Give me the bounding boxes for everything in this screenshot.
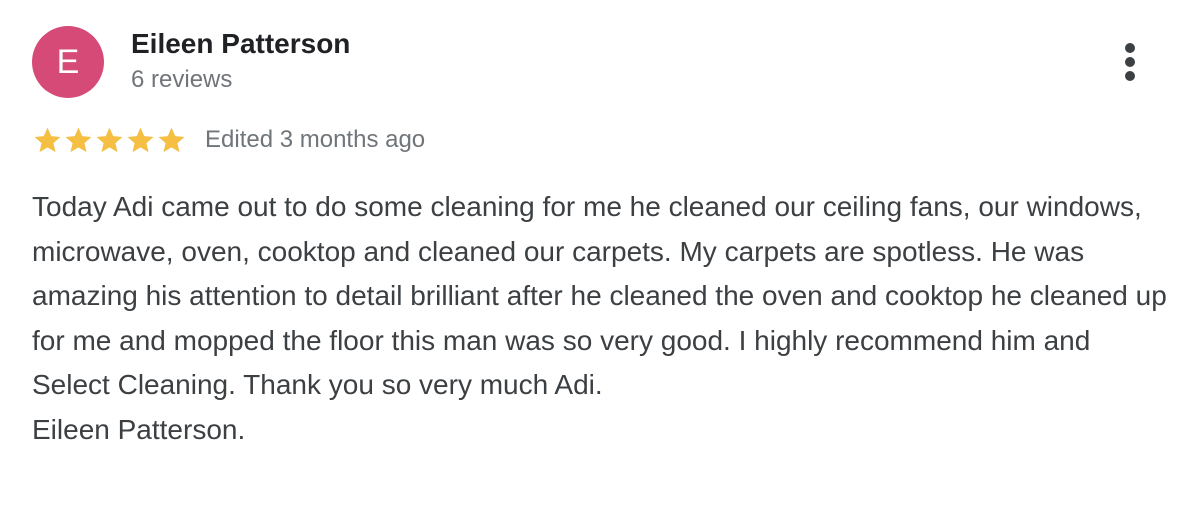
more-vert-icon — [1125, 43, 1135, 53]
review-count[interactable]: 6 reviews — [131, 65, 232, 95]
reviewer-name[interactable]: Eileen Patterson — [131, 27, 350, 61]
star-icon — [96, 127, 123, 152]
star-icon — [34, 127, 61, 152]
star-icon — [127, 127, 154, 152]
more-vert-icon — [1125, 71, 1135, 81]
rating-row: Edited 3 months ago — [32, 122, 425, 158]
more-options-button[interactable] — [1108, 38, 1152, 86]
star-rating — [32, 125, 187, 156]
more-vert-icon — [1125, 57, 1135, 67]
star-icon — [65, 127, 92, 152]
review-text: Today Adi came out to do some cleaning f… — [32, 191, 1167, 445]
star-icon — [158, 127, 185, 152]
avatar-letter: E — [56, 43, 80, 81]
review-card: E Eileen Patterson 6 reviews Edited 3 mo… — [0, 0, 1200, 506]
avatar[interactable]: E — [32, 26, 104, 98]
review-date: Edited 3 months ago — [205, 126, 426, 153]
